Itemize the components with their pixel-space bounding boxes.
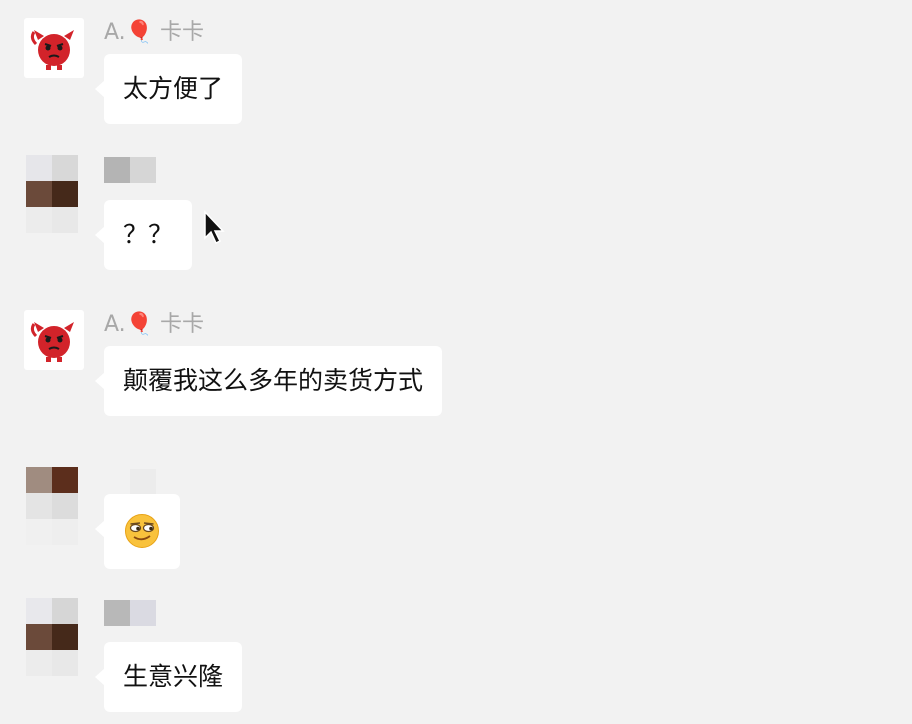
message-bubble[interactable]: 颠覆我这么多年的卖货方式: [94, 346, 443, 416]
sender-avatar[interactable]: [26, 467, 78, 545]
message-bubble[interactable]: ？？: [94, 200, 193, 270]
message-bubble[interactable]: 太方便了: [94, 54, 243, 124]
sender-name-pixelated: [104, 469, 156, 495]
sender-avatar[interactable]: [24, 18, 84, 78]
mouse-pointer-icon: [204, 210, 225, 245]
sender-avatar[interactable]: [26, 155, 78, 233]
red-devil-icon: [30, 322, 74, 362]
sender-name-pixelated: [104, 157, 156, 183]
sender-avatar[interactable]: [24, 310, 84, 370]
sender-avatar[interactable]: [26, 598, 78, 676]
smirk-emoji-icon: [125, 514, 159, 548]
sender-name: A.🎈 卡卡: [104, 312, 205, 337]
message-bubble[interactable]: [95, 494, 180, 569]
sender-name: A.🎈 卡卡: [104, 20, 205, 45]
message-bubble[interactable]: 生意兴隆: [94, 642, 243, 712]
sender-name-pixelated: [104, 600, 156, 626]
red-devil-icon: [30, 30, 74, 70]
